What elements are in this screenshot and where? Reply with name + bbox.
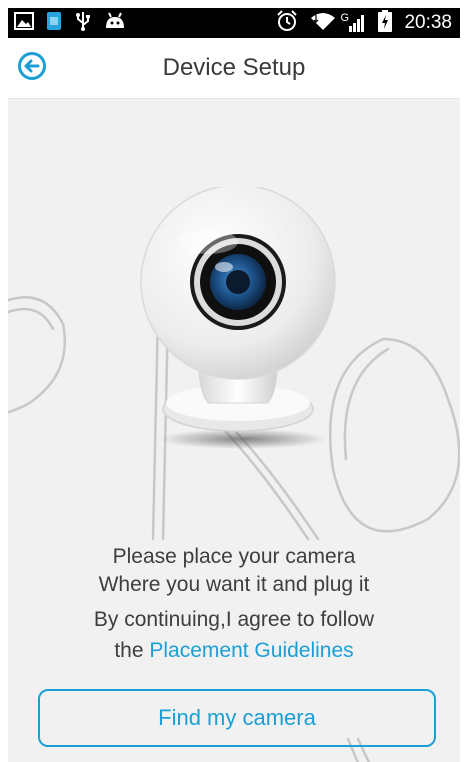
instruction-line-1: Please place your camera [112,545,356,568]
placement-guidelines-link[interactable]: Placement Guidelines [149,639,353,662]
wifi-icon [310,11,336,36]
instruction-line-2: Where you want it and plug it [98,573,370,596]
clock-time: 20:38 [404,12,452,33]
agreement-line-2: the Placement Guidelines [8,639,460,663]
find-camera-button[interactable]: Find my camera [38,689,436,747]
setup-content: Please place your camera Where you want … [8,99,460,762]
page-title: Device Setup [162,54,306,81]
battery-charging-icon [378,9,393,37]
gallery-icon [14,11,34,35]
camera-illustration [140,187,336,449]
app-header: Device Setup [8,38,460,99]
agreement-prefix: the [114,639,150,662]
sim-card-icon [46,11,62,36]
usb-icon [74,11,92,36]
network-type-label: G [340,12,350,24]
alarm-icon [276,9,298,37]
agreement-line-1: By continuing,I agree to follow [93,608,375,631]
android-icon [104,12,126,35]
signal-icon: G [340,12,366,32]
status-bar: G 20:38 [8,8,460,38]
